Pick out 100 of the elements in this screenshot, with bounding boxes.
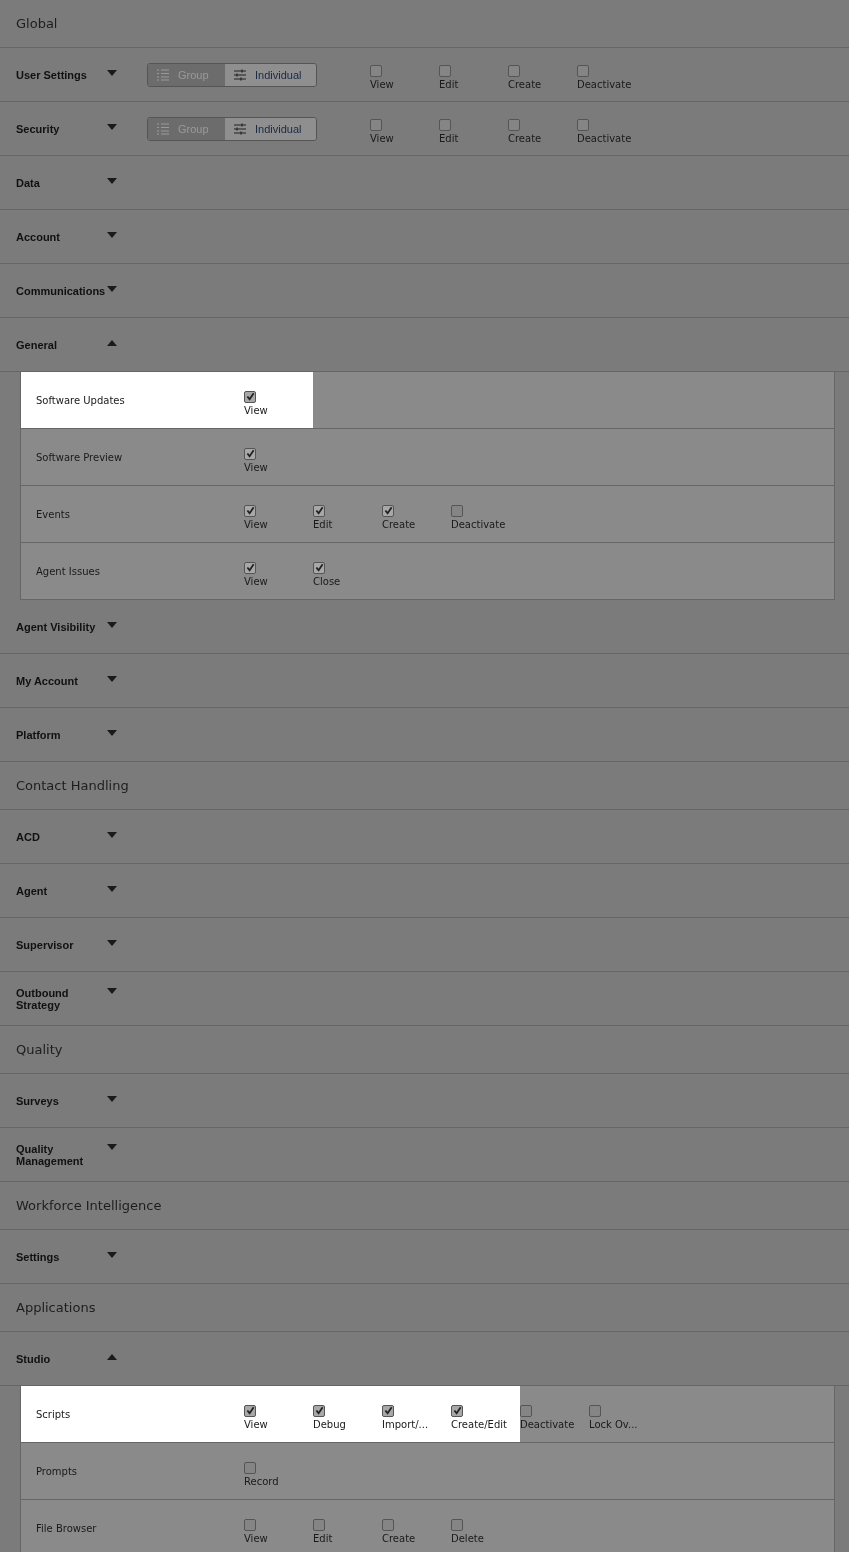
permission-label: Record bbox=[244, 1475, 279, 1487]
permission-label: Deactivate bbox=[520, 1418, 575, 1430]
section-heading: Quality bbox=[16, 1042, 63, 1057]
caret-icon bbox=[107, 1353, 117, 1360]
caret-icon bbox=[107, 339, 117, 346]
checkbox[interactable] bbox=[313, 504, 325, 517]
permission-label: Debug bbox=[313, 1418, 346, 1430]
checkbox[interactable] bbox=[439, 65, 451, 77]
caret-icon bbox=[107, 1095, 117, 1102]
checkbox[interactable] bbox=[244, 561, 256, 574]
caret-icon bbox=[107, 231, 117, 238]
caret-icon bbox=[107, 729, 117, 736]
permission-label: View bbox=[244, 518, 268, 530]
list-icon bbox=[156, 122, 170, 135]
checkbox[interactable] bbox=[577, 119, 589, 131]
category-toggle[interactable]: General bbox=[16, 338, 147, 351]
category-toggle[interactable]: Agent Visibility bbox=[16, 620, 147, 633]
category-toggle[interactable]: Account bbox=[16, 230, 147, 243]
checkbox[interactable] bbox=[370, 65, 382, 77]
category-toggle[interactable]: Surveys bbox=[16, 1094, 147, 1107]
category-toggle[interactable]: Outbound Strategy bbox=[16, 986, 147, 1011]
checkbox[interactable] bbox=[451, 504, 463, 517]
category-toggle[interactable]: Security bbox=[16, 122, 147, 135]
checkbox[interactable] bbox=[313, 1518, 325, 1531]
permission-label: Deactivate bbox=[577, 133, 632, 144]
caret-icon bbox=[107, 885, 117, 892]
checkbox[interactable] bbox=[577, 65, 589, 77]
caret-icon bbox=[107, 987, 117, 994]
sliders-icon bbox=[233, 122, 247, 135]
permission-label: Edit bbox=[439, 79, 459, 90]
row-highlight: Software Preview bbox=[35, 450, 124, 465]
caret-icon bbox=[107, 939, 117, 946]
permission-label: Deactivate bbox=[451, 518, 506, 530]
section-heading: Contact Handling bbox=[16, 778, 129, 793]
checkbox[interactable] bbox=[382, 1404, 394, 1417]
permission-label: Create bbox=[508, 133, 542, 144]
permission-label: Edit bbox=[439, 133, 459, 144]
category-toggle[interactable]: Studio bbox=[16, 1352, 147, 1365]
checkbox[interactable] bbox=[244, 504, 256, 517]
caret-icon bbox=[107, 831, 117, 838]
row-highlight: File Browser bbox=[35, 1521, 98, 1536]
checkbox[interactable] bbox=[508, 119, 520, 131]
row-highlight: Scripts bbox=[21, 1386, 244, 1442]
checkbox[interactable] bbox=[244, 1461, 256, 1474]
sliders-icon bbox=[233, 68, 247, 81]
category-toggle[interactable]: Supervisor bbox=[16, 938, 147, 951]
category-toggle[interactable]: Communications bbox=[16, 284, 147, 297]
section-heading: Applications bbox=[16, 1300, 96, 1315]
caret-icon bbox=[107, 1143, 117, 1150]
permission-label: Deactivate bbox=[577, 79, 632, 90]
checkbox[interactable] bbox=[244, 1518, 256, 1531]
category-toggle[interactable]: My Account bbox=[16, 674, 147, 687]
checkbox[interactable] bbox=[313, 561, 325, 574]
caret-icon bbox=[107, 1251, 117, 1258]
permission-label: View bbox=[244, 404, 268, 416]
checkbox[interactable] bbox=[244, 390, 256, 403]
checkbox[interactable] bbox=[439, 119, 451, 131]
category-toggle[interactable]: Settings bbox=[16, 1250, 147, 1263]
category-toggle[interactable]: User Settings bbox=[16, 68, 147, 81]
section-heading: Global bbox=[16, 16, 58, 31]
category-toggle[interactable]: Agent bbox=[16, 884, 147, 897]
checkbox[interactable] bbox=[244, 1404, 256, 1417]
row-highlight: Agent Issues bbox=[35, 564, 101, 579]
caret-icon bbox=[107, 621, 117, 628]
row-highlight: Events bbox=[35, 507, 71, 522]
permission-label: View bbox=[370, 133, 394, 144]
checkbox[interactable] bbox=[382, 504, 394, 517]
mode-toggle-button[interactable]: Individual bbox=[225, 117, 316, 140]
row-highlight: Prompts bbox=[35, 1464, 79, 1479]
permission-label: View bbox=[244, 1418, 268, 1430]
checkbox[interactable] bbox=[451, 1404, 463, 1417]
permission-label: Import/... bbox=[382, 1418, 429, 1430]
caret-icon bbox=[107, 285, 117, 292]
checkbox[interactable] bbox=[382, 1518, 394, 1531]
permission-label: Create/Edit bbox=[451, 1418, 507, 1430]
category-toggle[interactable]: Data bbox=[16, 176, 147, 189]
permission-label: Edit bbox=[313, 518, 333, 530]
permission-label: Delete bbox=[451, 1532, 484, 1544]
caret-icon bbox=[107, 177, 117, 184]
checkbox[interactable] bbox=[589, 1404, 601, 1417]
caret-icon bbox=[107, 69, 117, 76]
section-heading: Workforce Intelligence bbox=[16, 1198, 162, 1213]
checkbox[interactable] bbox=[244, 447, 256, 460]
checkbox[interactable] bbox=[370, 119, 382, 131]
permission-label: View bbox=[244, 461, 268, 473]
row-highlight: Software Updates bbox=[21, 372, 244, 428]
category-toggle[interactable]: Quality Management bbox=[16, 1142, 147, 1167]
permission-label: View bbox=[244, 575, 268, 587]
permission-label: Lock Ov... bbox=[589, 1418, 638, 1430]
checkbox[interactable] bbox=[313, 1404, 325, 1417]
caret-icon bbox=[107, 675, 117, 682]
permission-label: Create bbox=[382, 518, 416, 530]
permission-label: View bbox=[370, 79, 394, 90]
checkbox[interactable] bbox=[520, 1404, 532, 1417]
checkbox[interactable] bbox=[451, 1518, 463, 1531]
permission-label: Close bbox=[313, 575, 341, 587]
category-toggle[interactable]: Platform bbox=[16, 728, 147, 741]
checkbox[interactable] bbox=[508, 65, 520, 77]
category-toggle[interactable]: ACD bbox=[16, 830, 147, 843]
mode-toggle-button[interactable]: Individual bbox=[225, 63, 316, 86]
